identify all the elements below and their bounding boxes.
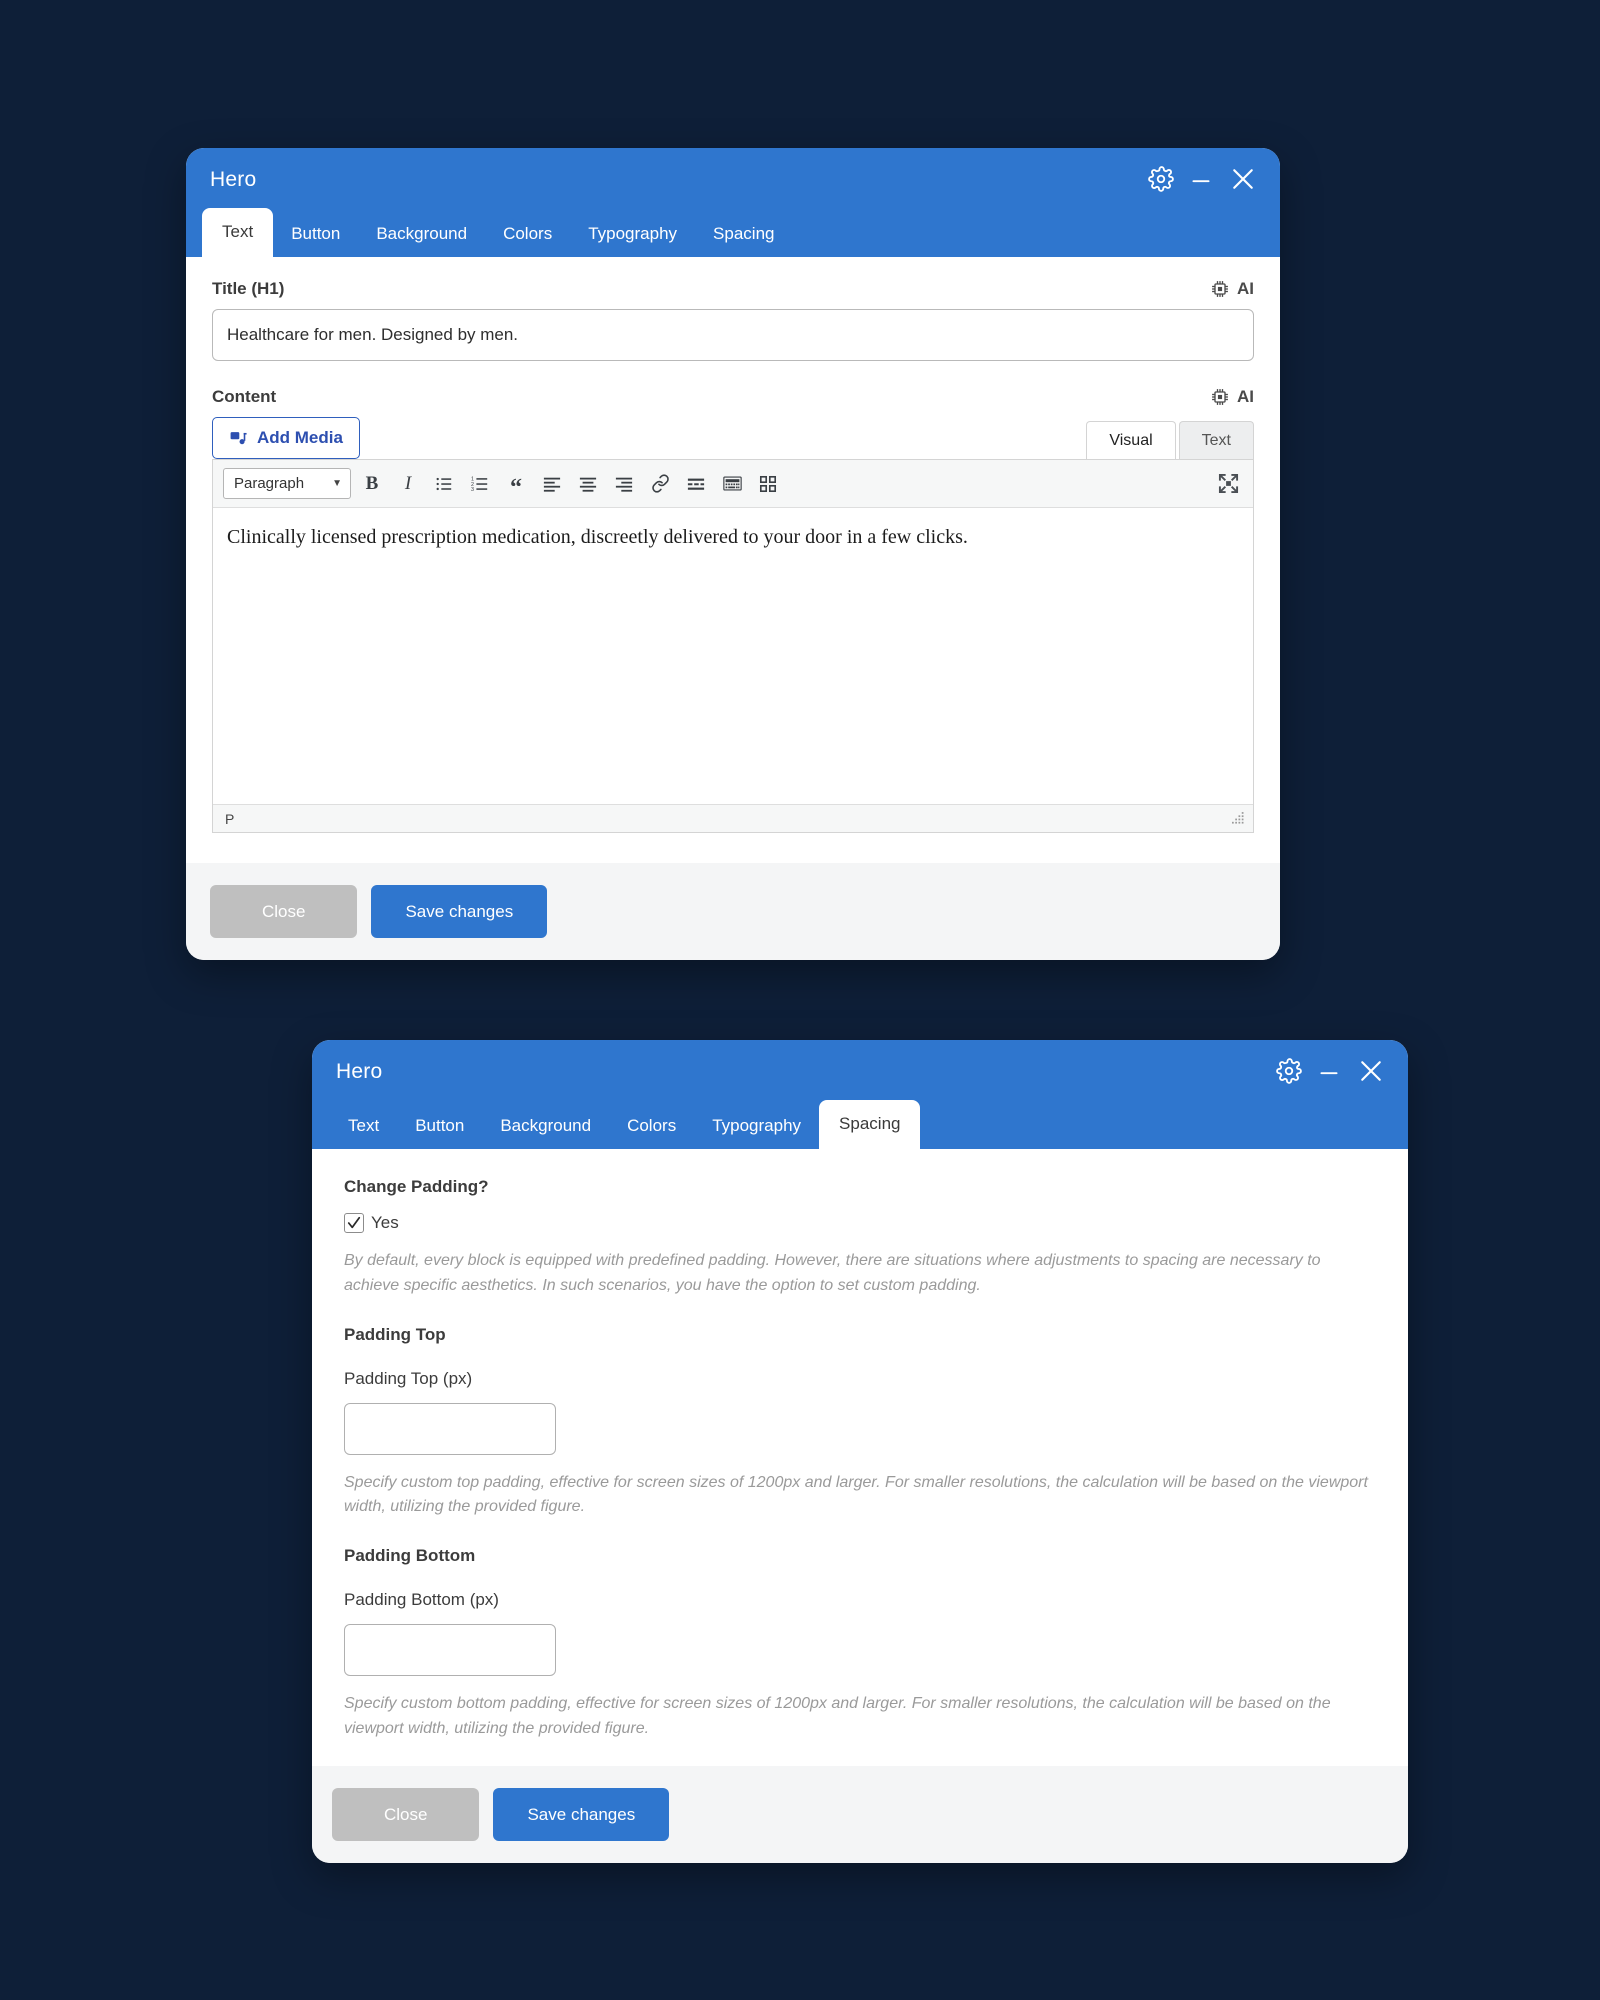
gear-icon[interactable]: [1148, 166, 1174, 197]
blockquote-icon[interactable]: “: [501, 469, 531, 500]
editor-paragraph: Clinically licensed prescription medicat…: [227, 526, 968, 548]
chevron-down-icon: ▼: [332, 478, 342, 489]
resize-handle-icon[interactable]: [1232, 811, 1245, 827]
blocks-grid-icon[interactable]: [753, 469, 783, 499]
title-field-header: Title (H1) AI: [212, 279, 1254, 299]
close-icon[interactable]: [1228, 164, 1258, 199]
fullscreen-icon[interactable]: [1213, 469, 1243, 499]
bulleted-list-icon[interactable]: [429, 469, 459, 499]
tab-background[interactable]: Background: [358, 212, 485, 257]
ai-label: AI: [1237, 387, 1254, 406]
tab-typography[interactable]: Typography: [570, 212, 695, 257]
gear-icon[interactable]: [1276, 1058, 1302, 1089]
editor-status-bar: P: [213, 804, 1253, 832]
padding-bottom-description: Specify custom bottom padding, effective…: [344, 1695, 1331, 1737]
padding-bottom-input[interactable]: [344, 1624, 556, 1677]
tab-button[interactable]: Button: [273, 212, 358, 257]
cpu-icon: [1212, 281, 1228, 297]
padding-bottom-field-label: Padding Bottom (px): [344, 1590, 499, 1610]
editor-toolbar: Paragraph ▼ B I 1 2 3 “: [213, 460, 1253, 508]
editor-top-row: Add Media Visual Text: [212, 417, 1254, 459]
modal-title: Hero: [336, 1060, 383, 1083]
close-icon[interactable]: [1356, 1056, 1386, 1091]
tab-typography[interactable]: Typography: [694, 1104, 819, 1149]
change-padding-description: By default, every block is equipped with…: [344, 1252, 1321, 1294]
hero-spacing-modal: Hero Text Button Background Colors Typog…: [312, 1040, 1408, 1863]
modal-body: Title (H1) AI Content: [186, 257, 1280, 863]
rich-text-editor: Paragraph ▼ B I 1 2 3 “ Clinically licen…: [212, 459, 1254, 833]
editor-mode-tabs: Visual Text: [1086, 421, 1254, 459]
svg-text:3: 3: [471, 487, 474, 493]
tab-text[interactable]: Text: [202, 208, 274, 257]
modal-header: Hero Text Button Background Colors Typog…: [186, 148, 1280, 257]
title-field-label: Title (H1): [212, 279, 285, 298]
modal-tabs: Text Button Background Colors Typography…: [312, 1100, 1408, 1149]
padding-top-section-title: Padding Top: [344, 1324, 446, 1344]
content-field-header: Content AI: [212, 387, 1254, 407]
add-media-label: Add Media: [257, 428, 343, 447]
editor-content-area[interactable]: Clinically licensed prescription medicat…: [213, 508, 1253, 804]
check-icon: [347, 1216, 361, 1229]
align-right-icon[interactable]: [609, 469, 639, 499]
ai-label: AI: [1237, 279, 1254, 298]
add-media-button[interactable]: Add Media: [212, 417, 360, 459]
tab-colors[interactable]: Colors: [485, 212, 570, 257]
tab-spacing[interactable]: Spacing: [695, 212, 792, 257]
hero-text-modal: Hero Text Button Background Colors Typog…: [186, 148, 1280, 960]
italic-icon[interactable]: I: [393, 469, 423, 499]
content-field-label: Content: [212, 387, 277, 406]
window-controls: [1276, 1056, 1386, 1091]
tab-button[interactable]: Button: [397, 1104, 482, 1149]
save-changes-button[interactable]: Save changes: [371, 885, 548, 938]
align-center-icon[interactable]: [573, 469, 603, 499]
modal-header: Hero Text Button Background Colors Typog…: [312, 1040, 1408, 1149]
modal-tabs: Text Button Background Colors Typography…: [186, 208, 1280, 257]
tab-spacing[interactable]: Spacing: [819, 1100, 921, 1149]
modal-footer: Close Save changes: [186, 863, 1280, 960]
toolbar-toggle-icon[interactable]: [717, 469, 747, 499]
padding-top-input[interactable]: [344, 1402, 556, 1455]
padding-top-field-label: Padding Top (px): [344, 1368, 473, 1388]
save-changes-button[interactable]: Save changes: [493, 1787, 670, 1841]
element-path: P: [225, 810, 235, 827]
tab-background[interactable]: Background: [482, 1104, 609, 1149]
close-button[interactable]: Close: [332, 1787, 480, 1841]
read-more-icon[interactable]: [681, 469, 711, 499]
editor-tab-text[interactable]: Text: [1178, 421, 1254, 459]
padding-bottom-section-title: Padding Bottom: [344, 1546, 476, 1566]
title-input[interactable]: [212, 309, 1254, 361]
close-button[interactable]: Close: [210, 885, 358, 938]
format-select-value: Paragraph: [234, 475, 305, 492]
editor-tab-visual[interactable]: Visual: [1086, 421, 1176, 459]
media-icon: [230, 431, 247, 444]
format-select[interactable]: Paragraph ▼: [223, 468, 351, 499]
minimize-icon[interactable]: [1188, 166, 1214, 197]
numbered-list-icon[interactable]: 1 2 3: [465, 469, 495, 499]
change-padding-checkbox-label[interactable]: Yes: [371, 1213, 399, 1233]
change-padding-checkbox-row[interactable]: Yes: [344, 1213, 1376, 1233]
window-controls: [1148, 164, 1258, 199]
modal-body: Change Padding? Yes By default, every bl…: [312, 1149, 1408, 1766]
content-section: Content AI Add Media Visual Text Paragra…: [212, 387, 1254, 833]
minimize-icon[interactable]: [1316, 1058, 1342, 1089]
change-padding-heading: Change Padding?: [344, 1177, 489, 1196]
insert-link-icon[interactable]: [645, 469, 675, 499]
screen: Hero Text Button Background Colors Typog…: [0, 0, 1600, 2000]
modal-title: Hero: [210, 168, 257, 191]
cpu-icon: [1212, 389, 1228, 405]
content-ai-assist[interactable]: AI: [1210, 387, 1254, 407]
tab-text[interactable]: Text: [330, 1104, 397, 1149]
modal-footer: Close Save changes: [312, 1765, 1408, 1863]
title-ai-assist[interactable]: AI: [1210, 279, 1254, 299]
padding-top-description: Specify custom top padding, effective fo…: [344, 1473, 1368, 1516]
tab-colors[interactable]: Colors: [609, 1104, 694, 1149]
bold-icon[interactable]: B: [357, 469, 387, 499]
align-left-icon[interactable]: [537, 469, 567, 499]
change-padding-checkbox[interactable]: [344, 1213, 364, 1233]
